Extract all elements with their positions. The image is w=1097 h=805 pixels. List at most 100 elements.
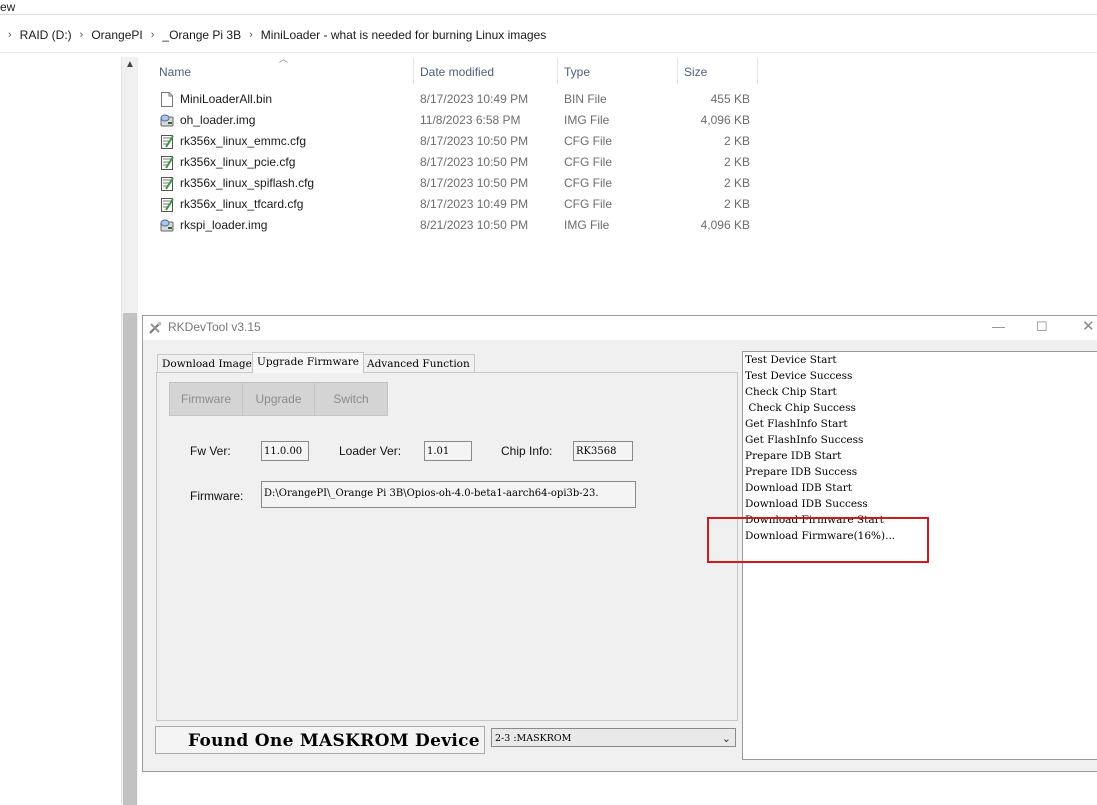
breadcrumb-item-orangepi[interactable]: OrangePI — [91, 28, 142, 42]
fw-ver-label: Fw Ver: — [190, 444, 231, 458]
file-size: 455 KB — [710, 92, 750, 106]
scrollbar-thumb[interactable] — [123, 313, 137, 805]
file-type: CFG File — [564, 176, 612, 190]
breadcrumb-item-raid[interactable]: RAID (D:) — [20, 28, 72, 42]
firmware-button[interactable]: Firmware — [169, 382, 243, 416]
tab-upgrade-firmware[interactable]: Upgrade Firmware — [252, 352, 364, 373]
divider — [0, 14, 1097, 15]
file-name: rkspi_loader.img — [180, 218, 268, 232]
log-line: Get FlashInfo Start — [745, 418, 848, 430]
log-line: Test Device Start — [745, 354, 837, 366]
column-divider[interactable] — [413, 58, 414, 84]
title-bar[interactable]: RKDevTool v3.15 — ☐ ✕ — [143, 316, 1097, 340]
breadcrumb-item-miniloader[interactable]: MiniLoader - what is needed for burning … — [261, 28, 547, 42]
log-line: Check Chip Success — [745, 402, 856, 414]
column-header-type[interactable]: Type — [564, 62, 590, 82]
menu-fragment[interactable]: ew — [0, 0, 15, 14]
upgrade-button[interactable]: Upgrade — [242, 382, 315, 416]
file-size: 4,096 KB — [700, 113, 750, 127]
chip-info-label: Chip Info: — [501, 444, 553, 458]
minimize-icon[interactable]: — — [992, 319, 1005, 334]
status-bar: Found One MASKROM Device — [155, 726, 485, 754]
file-name: oh_loader.img — [180, 113, 256, 127]
file-row[interactable]: rk356x_linux_spiflash.cfg 8/17/2023 10:5… — [158, 173, 758, 194]
config-file-icon — [161, 177, 174, 191]
file-date: 8/17/2023 10:50 PM — [420, 134, 529, 148]
column-header-name[interactable]: Name — [159, 62, 191, 82]
file-date: 8/21/2023 10:50 PM — [420, 218, 529, 232]
tools-icon — [149, 321, 162, 334]
divider — [0, 52, 1097, 53]
file-name: MiniLoaderAll.bin — [180, 92, 273, 106]
file-name: rk356x_linux_spiflash.cfg — [180, 176, 315, 190]
file-name: rk356x_linux_pcie.cfg — [180, 155, 296, 169]
column-divider[interactable] — [677, 58, 678, 84]
blank-file-icon — [161, 92, 173, 107]
rkdevtool-window: RKDevTool v3.15 — ☐ ✕ Download Image Upg… — [142, 315, 1097, 772]
chip-info-field[interactable]: RK3568 — [573, 441, 633, 461]
file-date: 8/17/2023 10:50 PM — [420, 176, 529, 190]
file-row[interactable]: rkspi_loader.img 8/21/2023 10:50 PM IMG … — [158, 215, 758, 236]
log-line: Get FlashInfo Success — [745, 434, 864, 446]
file-name: rk356x_linux_emmc.cfg — [180, 134, 307, 148]
maximize-icon[interactable]: ☐ — [1036, 319, 1048, 335]
config-file-icon — [161, 198, 174, 212]
file-size: 2 KB — [723, 155, 750, 169]
firmware-path-field[interactable]: D:\OrangePI\_Orange Pi 3B\Opios-oh-4.0-b… — [261, 481, 636, 508]
tab-advanced-function[interactable]: Advanced Function — [362, 354, 475, 373]
column-divider[interactable] — [557, 58, 558, 84]
loader-ver-label: Loader Ver: — [339, 444, 402, 458]
file-row[interactable]: rk356x_linux_tfcard.cfg 8/17/2023 10:49 … — [158, 194, 758, 215]
switch-button[interactable]: Switch — [314, 382, 388, 416]
file-type: IMG File — [564, 218, 610, 232]
scroll-up-icon[interactable]: ▲ — [122, 57, 138, 73]
sort-ascending-icon: ︿ — [279, 54, 289, 64]
file-type: BIN File — [564, 92, 607, 106]
tab-download-image[interactable]: Download Image — [157, 354, 257, 373]
device-select-value: 2-3 :MASKROM — [495, 733, 572, 744]
chevron-right-icon: › — [249, 29, 253, 41]
file-row[interactable]: rk356x_linux_emmc.cfg 8/17/2023 10:50 PM… — [158, 131, 758, 152]
loader-ver-field[interactable]: 1.01 — [424, 441, 472, 461]
log-line: Prepare IDB Start — [745, 450, 842, 462]
vertical-scrollbar[interactable]: ▲ — [122, 57, 138, 805]
chevron-right-icon: › — [79, 29, 84, 41]
file-size: 2 KB — [723, 176, 750, 190]
log-line: Test Device Success — [745, 370, 853, 382]
file-row[interactable]: oh_loader.img 11/8/2023 6:58 PM IMG File… — [158, 110, 758, 131]
file-row[interactable]: rk356x_linux_pcie.cfg 8/17/2023 10:50 PM… — [158, 152, 758, 173]
config-file-icon — [161, 156, 174, 170]
column-divider[interactable] — [757, 58, 758, 84]
file-row[interactable]: MiniLoaderAll.bin 8/17/2023 10:49 PM BIN… — [158, 89, 758, 110]
disk-image-icon — [160, 219, 174, 232]
log-line: Prepare IDB Success — [745, 466, 858, 478]
fw-ver-field[interactable]: 11.0.00 — [261, 441, 309, 461]
file-name: rk356x_linux_tfcard.cfg — [180, 197, 304, 211]
log-line: Download IDB Start — [745, 482, 853, 494]
breadcrumb-item-orange-pi-3b[interactable]: _Orange Pi 3B — [162, 28, 241, 42]
firmware-label: Firmware: — [190, 489, 244, 503]
breadcrumb: › RAID (D:) › OrangePI › _Orange Pi 3B ›… — [0, 24, 546, 46]
file-date: 8/17/2023 10:49 PM — [420, 92, 529, 106]
file-size: 4,096 KB — [700, 218, 750, 232]
disk-image-icon — [160, 114, 174, 127]
device-select[interactable]: 2-3 :MASKROM ⌄ — [491, 728, 736, 747]
chevron-right-icon: › — [8, 29, 12, 41]
file-type: CFG File — [564, 155, 612, 169]
file-type: IMG File — [564, 113, 610, 127]
chevron-down-icon[interactable]: ⌄ — [722, 729, 731, 748]
file-type: CFG File — [564, 134, 612, 148]
config-file-icon — [161, 135, 174, 149]
tab-panel — [156, 372, 738, 721]
close-icon[interactable]: ✕ — [1082, 317, 1095, 335]
file-size: 2 KB — [723, 134, 750, 148]
file-date: 11/8/2023 6:58 PM — [420, 113, 521, 127]
highlight-box — [707, 517, 929, 563]
column-header-date[interactable]: Date modified — [420, 62, 494, 82]
chevron-right-icon: › — [150, 29, 155, 41]
file-date: 8/17/2023 10:50 PM — [420, 155, 529, 169]
log-line: Check Chip Start — [745, 386, 837, 398]
file-size: 2 KB — [723, 197, 750, 211]
file-type: CFG File — [564, 197, 612, 211]
column-header-size[interactable]: Size — [684, 62, 707, 82]
